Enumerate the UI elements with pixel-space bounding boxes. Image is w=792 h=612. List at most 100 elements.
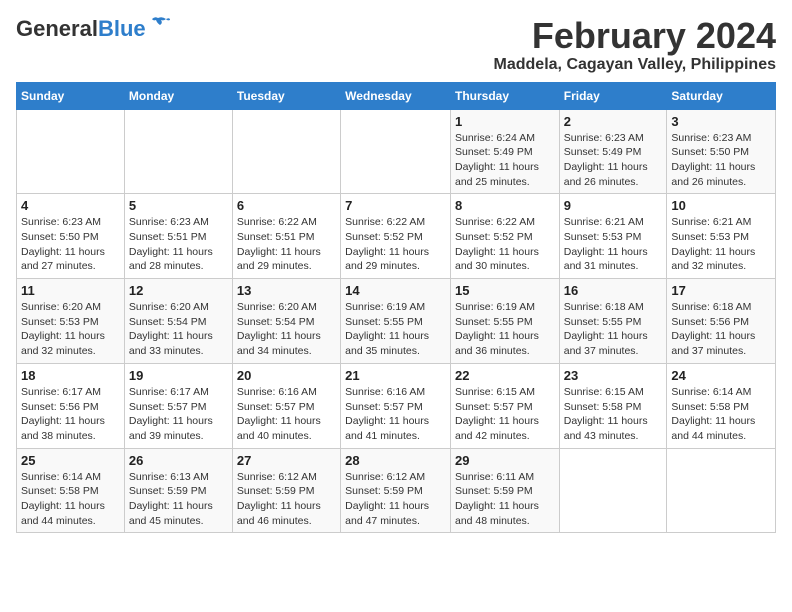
logo-general: General bbox=[16, 16, 98, 42]
calendar-cell: 15 Sunrise: 6:19 AM Sunset: 5:55 PM Dayli… bbox=[450, 279, 559, 364]
day-info: Sunrise: 6:19 AM Sunset: 5:55 PM Dayligh… bbox=[455, 300, 555, 359]
day-info: Sunrise: 6:17 AM Sunset: 5:57 PM Dayligh… bbox=[129, 385, 228, 444]
day-number: 18 bbox=[21, 368, 120, 383]
calendar-cell: 10 Sunrise: 6:21 AM Sunset: 5:53 PM Dayli… bbox=[667, 194, 776, 279]
calendar-cell: 12 Sunrise: 6:20 AM Sunset: 5:54 PM Dayli… bbox=[124, 279, 232, 364]
calendar-cell: 2Sunrise: 6:23 AM Sunset: 5:49 PM Daylig… bbox=[559, 109, 667, 194]
calendar-cell: 25 Sunrise: 6:14 AM Sunset: 5:58 PM Dayli… bbox=[17, 448, 125, 533]
calendar-cell bbox=[667, 448, 776, 533]
calendar-week-row: 25 Sunrise: 6:14 AM Sunset: 5:58 PM Dayli… bbox=[17, 448, 776, 533]
day-number: 4 bbox=[21, 198, 120, 213]
day-number: 22 bbox=[455, 368, 555, 383]
calendar-header-row: Sunday Monday Tuesday Wednesday Thursday… bbox=[17, 82, 776, 109]
day-number: 3 bbox=[671, 114, 771, 129]
day-info: Sunrise: 6:15 AM Sunset: 5:58 PM Dayligh… bbox=[564, 385, 663, 444]
logo: GeneralBlue bbox=[16, 16, 170, 42]
day-number: 29 bbox=[455, 453, 555, 468]
day-number: 28 bbox=[345, 453, 446, 468]
day-info: Sunrise: 6:22 AM Sunset: 5:52 PM Dayligh… bbox=[345, 215, 446, 274]
day-number: 20 bbox=[237, 368, 336, 383]
calendar-cell bbox=[124, 109, 232, 194]
calendar-cell: 23 Sunrise: 6:15 AM Sunset: 5:58 PM Dayli… bbox=[559, 363, 667, 448]
day-info: Sunrise: 6:13 AM Sunset: 5:59 PM Dayligh… bbox=[129, 470, 228, 529]
day-number: 14 bbox=[345, 283, 446, 298]
calendar-cell: 20Sunrise: 6:16 AM Sunset: 5:57 PM Dayli… bbox=[232, 363, 340, 448]
day-number: 9 bbox=[564, 198, 663, 213]
day-info: Sunrise: 6:20 AM Sunset: 5:54 PM Dayligh… bbox=[129, 300, 228, 359]
title-block: February 2024 Maddela, Cagayan Valley, P… bbox=[494, 16, 776, 74]
day-number: 23 bbox=[564, 368, 663, 383]
calendar-cell: 11 Sunrise: 6:20 AM Sunset: 5:53 PM Dayli… bbox=[17, 279, 125, 364]
col-friday: Friday bbox=[559, 82, 667, 109]
calendar-cell: 14 Sunrise: 6:19 AM Sunset: 5:55 PM Dayli… bbox=[341, 279, 451, 364]
day-number: 15 bbox=[455, 283, 555, 298]
calendar-cell: 4 Sunrise: 6:23 AM Sunset: 5:50 PM Daylig… bbox=[17, 194, 125, 279]
day-number: 12 bbox=[129, 283, 228, 298]
day-number: 13 bbox=[237, 283, 336, 298]
day-info: Sunrise: 6:19 AM Sunset: 5:55 PM Dayligh… bbox=[345, 300, 446, 359]
calendar-cell: 7 Sunrise: 6:22 AM Sunset: 5:52 PM Daylig… bbox=[341, 194, 451, 279]
day-info: Sunrise: 6:18 AM Sunset: 5:55 PM Dayligh… bbox=[564, 300, 663, 359]
page-header: GeneralBlue February 2024 Maddela, Cagay… bbox=[16, 16, 776, 74]
calendar-week-row: 18 Sunrise: 6:17 AM Sunset: 5:56 PM Dayli… bbox=[17, 363, 776, 448]
col-wednesday: Wednesday bbox=[341, 82, 451, 109]
day-number: 8 bbox=[455, 198, 555, 213]
calendar-cell: 27Sunrise: 6:12 AM Sunset: 5:59 PM Dayli… bbox=[232, 448, 340, 533]
col-saturday: Saturday bbox=[667, 82, 776, 109]
day-info: Sunrise: 6:21 AM Sunset: 5:53 PM Dayligh… bbox=[671, 215, 771, 274]
calendar-cell: 13 Sunrise: 6:20 AM Sunset: 5:54 PM Dayli… bbox=[232, 279, 340, 364]
calendar-cell: 24Sunrise: 6:14 AM Sunset: 5:58 PM Dayli… bbox=[667, 363, 776, 448]
calendar-title: February 2024 bbox=[494, 16, 776, 56]
day-info: Sunrise: 6:15 AM Sunset: 5:57 PM Dayligh… bbox=[455, 385, 555, 444]
col-monday: Monday bbox=[124, 82, 232, 109]
day-info: Sunrise: 6:22 AM Sunset: 5:52 PM Dayligh… bbox=[455, 215, 555, 274]
day-info: Sunrise: 6:14 AM Sunset: 5:58 PM Dayligh… bbox=[671, 385, 771, 444]
day-info: Sunrise: 6:24 AM Sunset: 5:49 PM Dayligh… bbox=[455, 131, 555, 190]
day-number: 7 bbox=[345, 198, 446, 213]
calendar-cell: 26 Sunrise: 6:13 AM Sunset: 5:59 PM Dayli… bbox=[124, 448, 232, 533]
day-number: 19 bbox=[129, 368, 228, 383]
col-tuesday: Tuesday bbox=[232, 82, 340, 109]
calendar-cell bbox=[341, 109, 451, 194]
day-number: 21 bbox=[345, 368, 446, 383]
calendar-cell: 17 Sunrise: 6:18 AM Sunset: 5:56 PM Dayli… bbox=[667, 279, 776, 364]
calendar-cell: 3 Sunrise: 6:23 AM Sunset: 5:50 PM Daylig… bbox=[667, 109, 776, 194]
day-number: 6 bbox=[237, 198, 336, 213]
day-info: Sunrise: 6:16 AM Sunset: 5:57 PM Dayligh… bbox=[345, 385, 446, 444]
day-info: Sunrise: 6:18 AM Sunset: 5:56 PM Dayligh… bbox=[671, 300, 771, 359]
day-info: Sunrise: 6:14 AM Sunset: 5:58 PM Dayligh… bbox=[21, 470, 120, 529]
day-info: Sunrise: 6:12 AM Sunset: 5:59 PM Dayligh… bbox=[237, 470, 336, 529]
day-number: 17 bbox=[671, 283, 771, 298]
calendar-cell bbox=[17, 109, 125, 194]
day-number: 5 bbox=[129, 198, 228, 213]
day-number: 1 bbox=[455, 114, 555, 129]
calendar-cell: 1 Sunrise: 6:24 AM Sunset: 5:49 PM Daylig… bbox=[450, 109, 559, 194]
day-info: Sunrise: 6:20 AM Sunset: 5:54 PM Dayligh… bbox=[237, 300, 336, 359]
calendar-cell: 28 Sunrise: 6:12 AM Sunset: 5:59 PM Dayli… bbox=[341, 448, 451, 533]
day-info: Sunrise: 6:23 AM Sunset: 5:49 PM Dayligh… bbox=[564, 131, 663, 190]
day-number: 11 bbox=[21, 283, 120, 298]
calendar-cell: 29Sunrise: 6:11 AM Sunset: 5:59 PM Dayli… bbox=[450, 448, 559, 533]
calendar-week-row: 4 Sunrise: 6:23 AM Sunset: 5:50 PM Daylig… bbox=[17, 194, 776, 279]
day-number: 26 bbox=[129, 453, 228, 468]
day-info: Sunrise: 6:23 AM Sunset: 5:50 PM Dayligh… bbox=[671, 131, 771, 190]
calendar-cell: 22 Sunrise: 6:15 AM Sunset: 5:57 PM Dayli… bbox=[450, 363, 559, 448]
calendar-cell: 6 Sunrise: 6:22 AM Sunset: 5:51 PM Daylig… bbox=[232, 194, 340, 279]
calendar-subtitle: Maddela, Cagayan Valley, Philippines bbox=[494, 56, 776, 74]
calendar-week-row: 1 Sunrise: 6:24 AM Sunset: 5:49 PM Daylig… bbox=[17, 109, 776, 194]
day-info: Sunrise: 6:23 AM Sunset: 5:51 PM Dayligh… bbox=[129, 215, 228, 274]
calendar-cell: 9 Sunrise: 6:21 AM Sunset: 5:53 PM Daylig… bbox=[559, 194, 667, 279]
day-info: Sunrise: 6:22 AM Sunset: 5:51 PM Dayligh… bbox=[237, 215, 336, 274]
logo-bird-icon bbox=[148, 16, 170, 34]
col-sunday: Sunday bbox=[17, 82, 125, 109]
day-info: Sunrise: 6:12 AM Sunset: 5:59 PM Dayligh… bbox=[345, 470, 446, 529]
day-number: 25 bbox=[21, 453, 120, 468]
day-number: 16 bbox=[564, 283, 663, 298]
day-info: Sunrise: 6:17 AM Sunset: 5:56 PM Dayligh… bbox=[21, 385, 120, 444]
calendar-cell: 16 Sunrise: 6:18 AM Sunset: 5:55 PM Dayli… bbox=[559, 279, 667, 364]
day-info: Sunrise: 6:21 AM Sunset: 5:53 PM Dayligh… bbox=[564, 215, 663, 274]
day-info: Sunrise: 6:23 AM Sunset: 5:50 PM Dayligh… bbox=[21, 215, 120, 274]
day-number: 10 bbox=[671, 198, 771, 213]
col-thursday: Thursday bbox=[450, 82, 559, 109]
day-info: Sunrise: 6:20 AM Sunset: 5:53 PM Dayligh… bbox=[21, 300, 120, 359]
